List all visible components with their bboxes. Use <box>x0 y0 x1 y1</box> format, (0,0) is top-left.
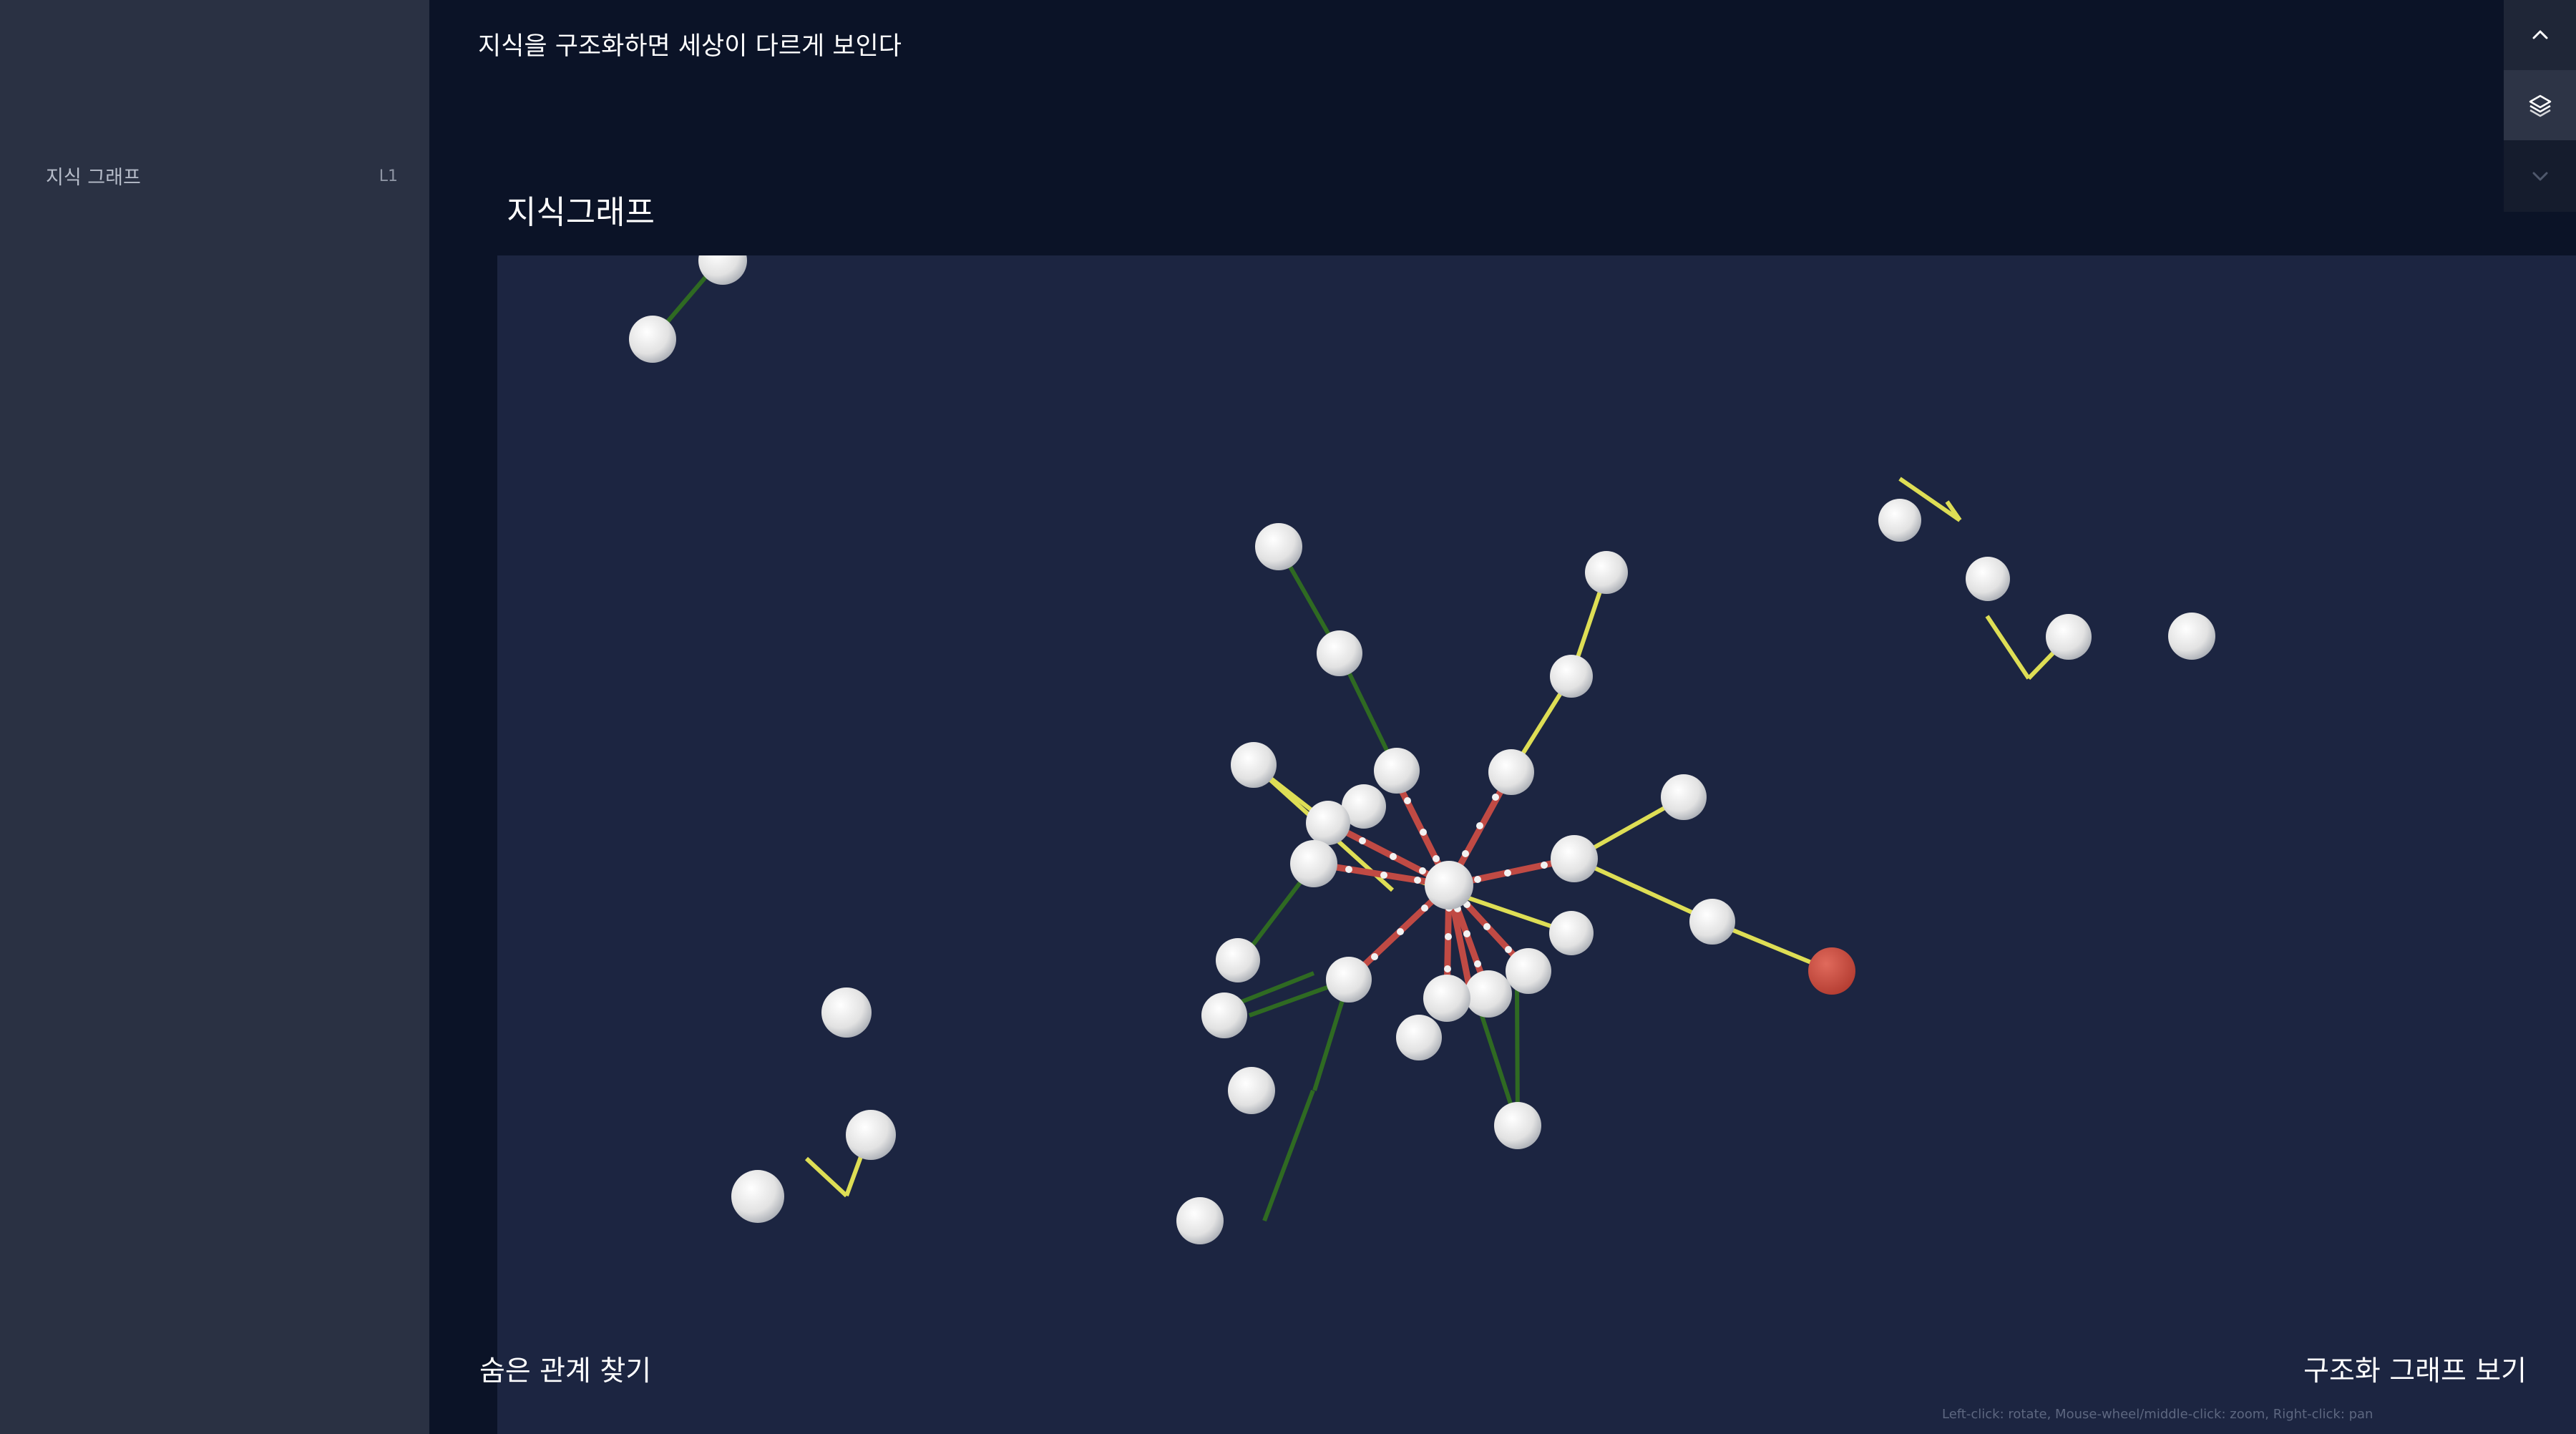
edge-particle <box>1419 867 1426 874</box>
edge-particle <box>1504 869 1511 877</box>
edge-particle <box>1420 829 1427 836</box>
page-title: 지식을 구조화하면 세상이 다르게 보인다 <box>478 32 902 61</box>
edge-particle <box>1414 877 1421 884</box>
graph-node <box>1306 801 1350 845</box>
graph-node <box>1551 835 1598 882</box>
graph-node <box>1423 975 1470 1022</box>
edge-particle <box>1371 953 1378 960</box>
graph-node <box>2168 613 2215 660</box>
graph-node <box>846 1110 896 1160</box>
scroll-up-button[interactable] <box>2504 0 2576 70</box>
edge-particle <box>1433 855 1440 862</box>
graph-node <box>1878 499 1921 542</box>
sidebar-item-knowledge-graph[interactable]: 지식 그래프 L1 <box>46 162 398 197</box>
graph-node <box>731 1170 784 1223</box>
graph-node <box>821 987 872 1038</box>
edge-particle <box>1474 876 1481 883</box>
graph-edges <box>650 265 2071 1222</box>
graph-node <box>1201 992 1247 1038</box>
edge-particle <box>1444 965 1451 972</box>
edge-particle <box>1541 862 1548 869</box>
view-structured-graph-button[interactable]: 구조화 그래프 보기 <box>2303 1349 2527 1389</box>
edge-particle <box>1483 923 1491 930</box>
graph-node <box>1661 774 1707 820</box>
graph-node <box>1689 899 1735 945</box>
graph-node <box>1550 655 1593 698</box>
sidebar-item-label: 지식 그래프 <box>46 167 141 189</box>
graph-node <box>1374 748 1420 794</box>
chevron-up-icon <box>2532 30 2547 39</box>
graph-node <box>1966 557 2010 601</box>
graph-node <box>1465 970 1512 1018</box>
edge-particle <box>1390 853 1397 860</box>
main-content: 지식을 구조화하면 세상이 다르게 보인다 지식그래프 숨은 관계 찾기 구조화… <box>429 0 2576 1434</box>
graph-edge <box>1262 1089 1315 1222</box>
edge-particle <box>1397 928 1404 935</box>
edge-particle <box>1359 837 1366 844</box>
layers-icon <box>2529 94 2551 117</box>
graph-nodes[interactable] <box>629 255 2215 1244</box>
graph-node <box>1425 861 1473 909</box>
knowledge-graph-svg[interactable] <box>497 255 2576 1434</box>
edge-particle <box>1474 960 1481 967</box>
graph-node <box>1228 1067 1275 1114</box>
graph-node <box>1317 630 1362 676</box>
graph-edge <box>804 1156 849 1198</box>
edge-particle <box>1445 933 1452 940</box>
graph-node <box>1549 911 1594 955</box>
graph-node <box>1290 840 1337 887</box>
highlighted-graph-node <box>1808 947 1855 995</box>
graph-node <box>1506 948 1551 994</box>
graph-node <box>1216 938 1260 982</box>
graph-node <box>2046 614 2092 660</box>
graph-node <box>1231 742 1277 788</box>
scroll-down-button[interactable] <box>2504 140 2576 212</box>
graph-node <box>1488 749 1534 795</box>
right-toolbar <box>2504 0 2576 212</box>
sidebar-item-level: L1 <box>379 167 398 185</box>
edge-particle <box>1380 872 1387 879</box>
graph-node <box>1176 1197 1224 1244</box>
edge-particle <box>1476 822 1483 829</box>
graph-node <box>1396 1015 1442 1060</box>
graph-node <box>1255 523 1302 570</box>
chevron-down-icon <box>2532 172 2547 181</box>
edge-particle <box>1505 946 1512 953</box>
find-hidden-relations-button[interactable]: 숨은 관계 찾기 <box>479 1349 651 1389</box>
graph-node <box>1494 1102 1541 1149</box>
edge-particle <box>1421 904 1428 912</box>
graph-node <box>1326 957 1372 1003</box>
edge-particle <box>1404 797 1411 804</box>
graph-node <box>629 316 676 363</box>
graph-node <box>698 255 747 285</box>
edge-particle <box>1492 794 1499 801</box>
edge-particle <box>1463 930 1470 937</box>
layers-button[interactable] <box>2504 70 2576 140</box>
sidebar: 지식 그래프 L1 <box>0 0 429 1434</box>
edge-particle <box>1462 850 1469 857</box>
graph-canvas[interactable] <box>497 255 2576 1434</box>
graph-controls-hint: Left-click: rotate, Mouse-wheel/middle-c… <box>1942 1407 2373 1422</box>
section-title: 지식그래프 <box>507 193 655 231</box>
graph-node <box>1585 551 1628 594</box>
graph-edge <box>1985 615 2031 680</box>
edge-particle <box>1345 866 1352 873</box>
